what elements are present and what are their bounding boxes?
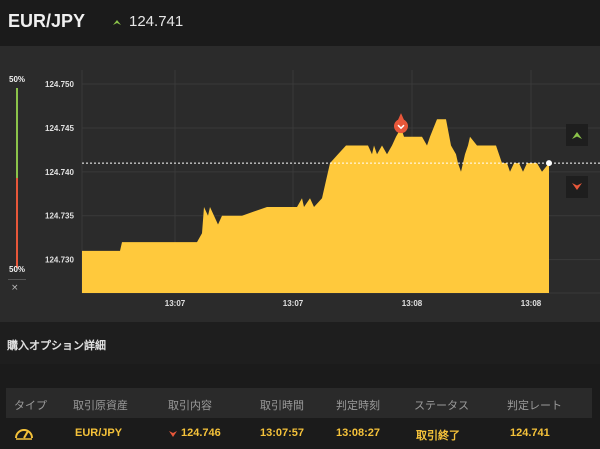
header-type: タイプ	[14, 399, 47, 412]
row-asset: EUR/JPY	[75, 427, 123, 439]
x-tick-label: 13:07	[165, 299, 186, 308]
up-arrow-icon	[572, 132, 582, 139]
header-judge-time: 判定時刻	[336, 399, 380, 412]
price-up-icon	[113, 20, 121, 25]
y-tick-label: 124.740	[45, 168, 74, 177]
sentiment-down-bar	[16, 178, 18, 268]
y-tick-label: 124.730	[45, 256, 74, 265]
header-asset: 取引原資産	[73, 399, 128, 412]
table-row[interactable]: EUR/JPY 124.746 13:07:57 13:08:27 取引終了 1…	[6, 418, 592, 448]
down-arrow-icon	[169, 431, 177, 437]
sentiment-up-bar	[16, 88, 18, 178]
row-status: 取引終了	[416, 429, 460, 442]
purchase-details-header: 購入オプション詳細	[0, 322, 600, 364]
table-header-row: タイプ 取引原資産 取引内容 取引時間 判定時刻 ステータス 判定レート	[6, 388, 592, 418]
row-content: 124.746	[181, 427, 221, 439]
call-up-button[interactable]	[566, 124, 588, 146]
current-rate-dot	[546, 160, 552, 167]
x-tick-label: 13:07	[283, 299, 304, 308]
y-tick-label: 124.735	[45, 212, 74, 221]
sentiment-up-label: 50%	[9, 75, 26, 84]
price-chart: 124.750 124.745 124.740 124.735 124.730 13:07…	[45, 70, 600, 308]
x-tick-label: 13:08	[402, 299, 423, 308]
entry-marker-icon	[394, 113, 408, 134]
header-trade-time: 取引時間	[260, 399, 304, 412]
row-judge-time: 13:08:27	[336, 427, 381, 439]
asset-pair-title: EUR/JPY	[8, 11, 86, 31]
row-judge-rate: 124.741	[510, 427, 550, 439]
gauge-icon	[15, 429, 33, 440]
header-judge-rate: 判定レート	[507, 399, 562, 412]
header-content: 取引内容	[168, 399, 212, 412]
purchase-table: タイプ 取引原資産 取引内容 取引時間 判定時刻 ステータス 判定レート EUR…	[0, 364, 600, 449]
sentiment-divider	[8, 279, 26, 280]
header-status: ステータス	[414, 399, 469, 412]
y-tick-label: 124.750	[45, 80, 74, 89]
y-tick-label: 124.745	[45, 124, 74, 133]
sentiment-down-label: 50%	[9, 265, 26, 274]
header-bar: EUR/JPY 124.741	[0, 0, 600, 46]
put-down-button[interactable]	[566, 176, 588, 198]
row-trade-time: 13:07:57	[260, 427, 305, 439]
down-arrow-icon	[572, 183, 582, 190]
sentiment-close-icon[interactable]: ×	[11, 283, 19, 293]
purchase-details-title: 購入オプション詳細	[7, 339, 106, 352]
current-price: 124.741	[129, 13, 184, 30]
price-area-series	[82, 119, 549, 293]
x-tick-label: 13:08	[521, 299, 542, 308]
